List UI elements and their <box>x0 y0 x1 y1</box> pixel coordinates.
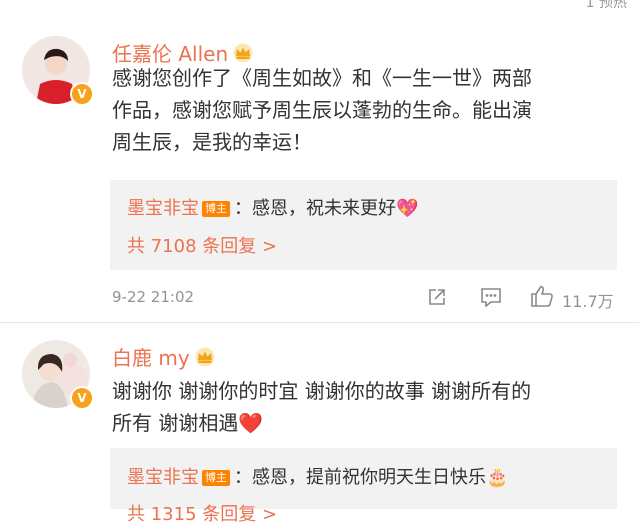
crown-icon <box>194 347 216 372</box>
reply-box[interactable]: 墨宝非宝 博主 ：感恩，祝未来更好💖 共 7108 条回复 > <box>110 180 617 270</box>
reply-box[interactable]: 墨宝非宝 博主 ：感恩，提前祝你明天生日快乐🎂 共 1315 条回复 > <box>110 448 617 525</box>
red-heart-icon: ❤️ <box>238 411 264 435</box>
share-icon[interactable] <box>427 287 447 311</box>
like-count: 11.7万 <box>562 292 614 311</box>
reply-text: ：感恩，祝未来更好 <box>234 198 396 219</box>
like-icon[interactable] <box>530 285 554 311</box>
more-replies-link[interactable]: 共 7108 条回复 > <box>127 232 277 258</box>
blogger-tag: 博主 <box>202 201 230 217</box>
comment-text-line: 周生辰，是我的幸运！ <box>112 130 312 154</box>
verified-icon: V <box>70 386 94 410</box>
more-replies-link[interactable]: 共 1315 条回复 > <box>127 500 277 526</box>
verified-icon: V <box>70 82 94 106</box>
comment-text: 谢谢你 谢谢你的时宜 谢谢你的故事 谢谢所有的 所有 谢谢相遇❤️ <box>112 375 531 439</box>
reply-line: 墨宝非宝 博主 ：感恩，祝未来更好💖 <box>127 194 418 220</box>
reply-author[interactable]: 墨宝非宝 <box>127 198 199 219</box>
comment-time: 9-22 21:02 <box>112 288 195 306</box>
commenter-name[interactable]: 白鹿 my <box>112 342 216 372</box>
comment-icon[interactable] <box>480 287 502 311</box>
top-fragment: 1 预热 <box>585 0 627 11</box>
reply-author[interactable]: 墨宝非宝 <box>127 467 199 488</box>
divider <box>0 322 639 323</box>
comment-text-line: 作品，感谢您赋予周生辰以蓬勃的生命。能出演 <box>112 98 532 122</box>
comment-text-line: 感谢您创作了《周生如故》和《一生一世》两部 <box>112 66 532 90</box>
comment-text-line: 所有 谢谢相遇 <box>112 411 239 435</box>
commenter-name-label[interactable]: 白鹿 my <box>112 346 190 370</box>
blogger-tag: 博主 <box>202 470 230 486</box>
reply-text: ：感恩，提前祝你明天生日快乐 <box>234 467 486 488</box>
reply-line: 墨宝非宝 博主 ：感恩，提前祝你明天生日快乐🎂 <box>127 463 508 489</box>
comment-text-line-2: 所有 谢谢相遇❤️ <box>112 407 531 439</box>
birthday-cake-icon: 🎂 <box>486 467 509 488</box>
comment-text: 感谢您创作了《周生如故》和《一生一世》两部 作品，感谢您赋予周生辰以蓬勃的生命。… <box>112 62 532 158</box>
comment-text-line: 谢谢你 谢谢你的时宜 谢谢你的故事 谢谢所有的 <box>112 379 532 403</box>
sparkle-heart-icon: 💖 <box>396 198 419 219</box>
